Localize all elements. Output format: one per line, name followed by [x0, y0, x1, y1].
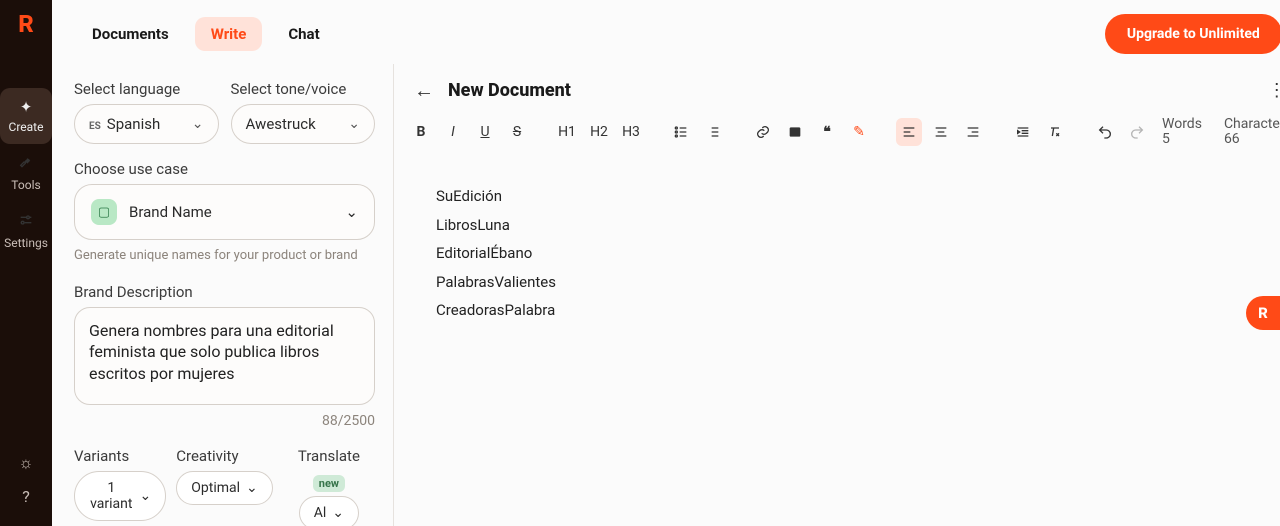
help-icon[interactable]: ? [22, 487, 30, 506]
h2-button[interactable]: H2 [586, 118, 612, 146]
sidebar-item-tools[interactable]: Tools [0, 144, 52, 202]
variants-select[interactable]: 1 variant ⌄ [74, 471, 166, 521]
creativity-value: Optimal [191, 480, 240, 496]
sidebar-item-create[interactable]: ✦ Create [0, 88, 52, 144]
sidebar-footer: ☼ ? [19, 453, 34, 516]
app-sidebar: R ✦ Create Tools Settings ☼ ? [0, 0, 52, 526]
align-right-button[interactable] [960, 118, 986, 146]
h3-button[interactable]: H3 [618, 118, 644, 146]
language-label: Select language [74, 80, 219, 98]
tab-documents[interactable]: Documents [76, 17, 185, 51]
description-label: Brand Description [74, 283, 375, 301]
word-count: Words 5 [1162, 117, 1202, 146]
variants-value: 1 variant [89, 480, 134, 512]
sidebar-item-settings[interactable]: Settings [0, 202, 52, 260]
sidebar-item-label: Create [9, 120, 44, 134]
editor-toolbar: B I U S H1 H2 H3 ❝ ✎ [404, 111, 1280, 160]
translate-value: Al [314, 505, 327, 521]
italic-button[interactable]: I [440, 118, 466, 146]
chevron-down-icon: ⌄ [345, 203, 358, 221]
chevron-down-icon: ⌄ [192, 116, 204, 132]
align-center-button[interactable] [928, 118, 954, 146]
sliders-icon [18, 212, 34, 232]
quote-button[interactable]: ❝ [814, 118, 840, 146]
usecase-select[interactable]: ▢ Brand Name ⌄ [74, 184, 375, 240]
link-button[interactable] [750, 118, 776, 146]
translate-select[interactable]: Al ⌄ [299, 496, 359, 526]
upgrade-button[interactable]: Upgrade to Unlimited [1105, 14, 1280, 54]
usecase-label: Choose use case [74, 160, 375, 178]
bullet-list-button[interactable] [668, 118, 694, 146]
more-menu-icon[interactable]: ⋮ [1268, 80, 1280, 101]
tab-write[interactable]: Write [195, 17, 263, 51]
numbered-list-button[interactable] [700, 118, 726, 146]
highlight-button[interactable]: ✎ [846, 118, 872, 146]
document-title[interactable]: New Document [448, 80, 571, 101]
content-line: EditorialÉbano [436, 239, 1264, 268]
underline-button[interactable]: U [472, 118, 498, 146]
sidebar-item-label: Tools [11, 178, 40, 192]
image-button[interactable] [782, 118, 808, 146]
sidebar-item-label: Settings [4, 236, 48, 250]
usecase-help: Generate unique names for your product o… [74, 248, 375, 265]
content-line: LibrosLuna [436, 211, 1264, 240]
sparkles-icon: ✦ [20, 98, 33, 116]
tone-value: Awestruck [246, 115, 316, 133]
content-line: PalabrasValientes [436, 268, 1264, 297]
tag-icon: ▢ [91, 199, 117, 225]
clear-format-button[interactable] [1042, 118, 1068, 146]
chevron-down-icon: ⌄ [140, 488, 152, 504]
char-count: Characters 66 [1224, 117, 1280, 146]
usecase-value: Brand Name [129, 203, 333, 221]
app-logo[interactable]: R [18, 10, 34, 38]
document-header: ← New Document ⋮ [404, 78, 1280, 111]
align-left-button[interactable] [896, 118, 922, 146]
document-editor: ← New Document ⋮ B I U S H1 H2 H3 ❝ [394, 64, 1280, 526]
tab-chat[interactable]: Chat [272, 17, 335, 51]
bold-button[interactable]: B [408, 118, 434, 146]
generation-form: Select language ES Spanish ⌄ Select tone/… [52, 64, 394, 526]
indent-button[interactable] [1010, 118, 1036, 146]
char-counter: 88/2500 [74, 413, 375, 429]
translate-label: Translate [298, 447, 360, 465]
variants-label: Variants [74, 447, 166, 465]
chevron-down-icon: ⌄ [246, 480, 258, 496]
theme-icon[interactable]: ☼ [19, 453, 34, 473]
creativity-select[interactable]: Optimal ⌄ [176, 471, 273, 505]
language-value: Spanish [107, 115, 160, 133]
content-line: CreadorasPalabra [436, 296, 1264, 325]
chevron-down-icon: ⌄ [348, 116, 360, 132]
redo-button[interactable] [1124, 118, 1150, 146]
h1-button[interactable]: H1 [554, 118, 580, 146]
undo-button[interactable] [1092, 118, 1118, 146]
wrench-icon [18, 154, 34, 174]
main-area: Documents Write Chat Upgrade to Unlimite… [52, 0, 1280, 526]
top-nav: Documents Write Chat Upgrade to Unlimite… [52, 0, 1280, 64]
chevron-down-icon: ⌄ [332, 505, 344, 521]
language-select[interactable]: ES Spanish ⌄ [74, 104, 219, 144]
assistant-fab[interactable]: R [1246, 296, 1280, 330]
creativity-label: Creativity [176, 447, 273, 465]
document-content[interactable]: SuEdición LibrosLuna EditorialÉbano Pala… [404, 160, 1280, 347]
back-arrow-icon[interactable]: ← [414, 78, 434, 103]
content-line: SuEdición [436, 182, 1264, 211]
tone-select[interactable]: Awestruck ⌄ [231, 104, 376, 144]
new-badge: new [313, 475, 345, 492]
description-input[interactable] [74, 307, 375, 405]
language-code: ES [89, 121, 101, 132]
strike-button[interactable]: S [504, 118, 530, 146]
tone-label: Select tone/voice [231, 80, 376, 98]
